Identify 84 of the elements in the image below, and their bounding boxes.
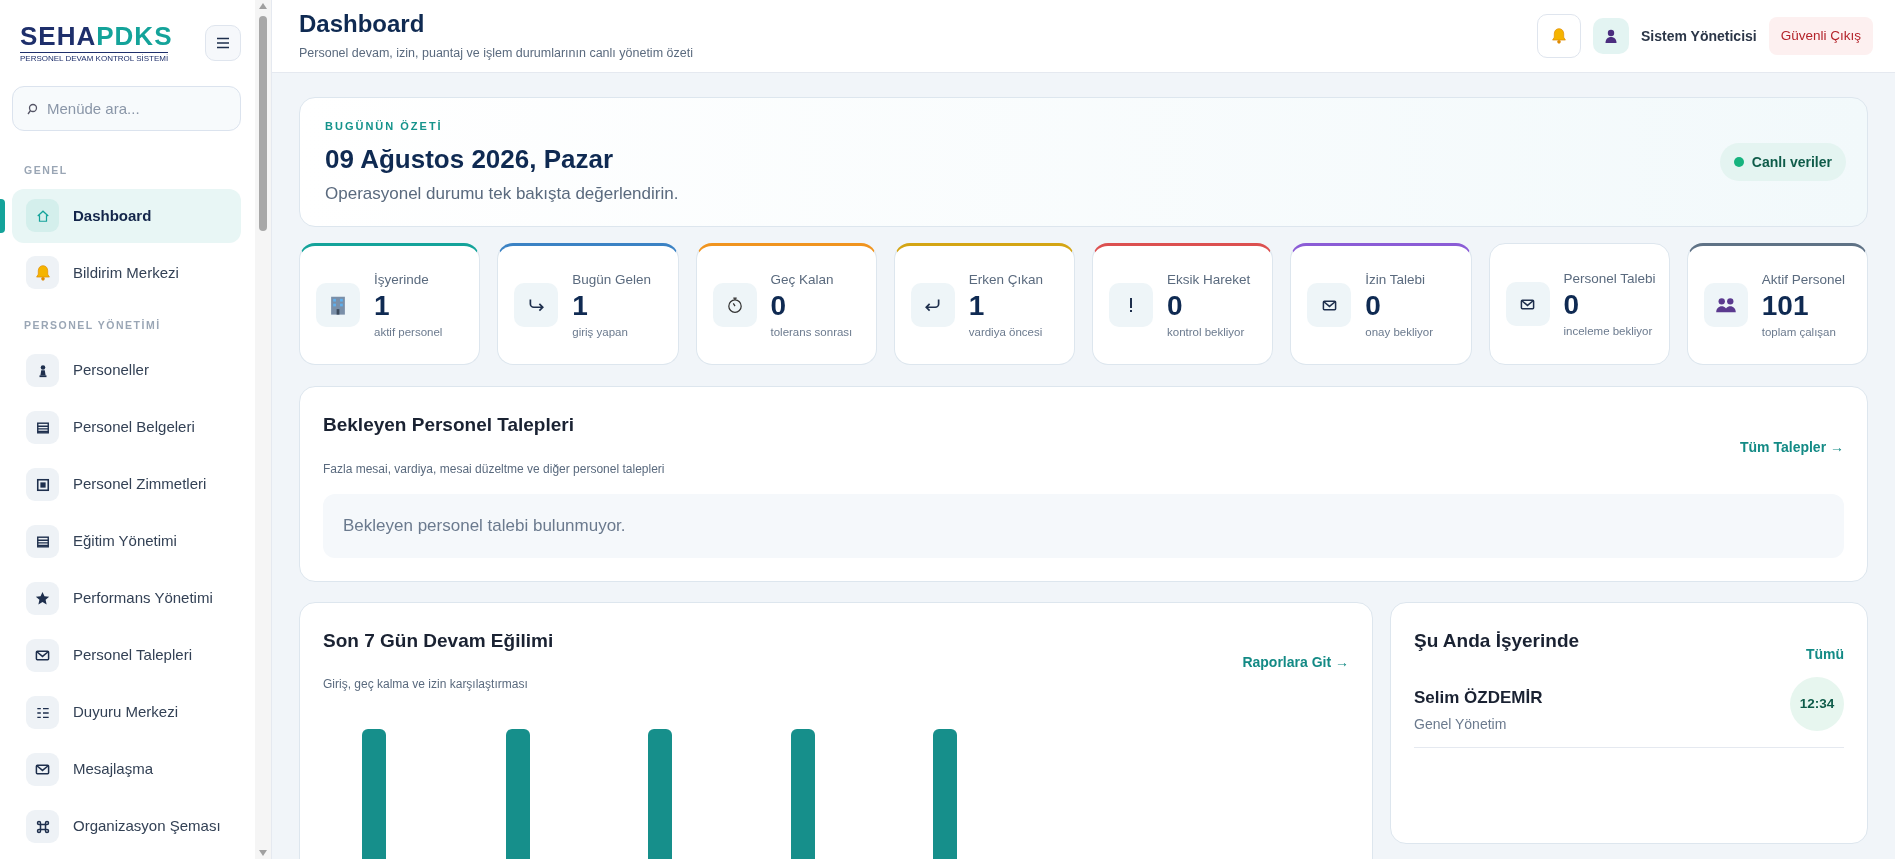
avatar-icon [1593,18,1630,54]
summary-eyebrow: BUGÜNÜN ÖZETİ [325,118,444,134]
stopwatch-icon [725,296,744,314]
search-field[interactable]: Menüde ara... [12,86,241,131]
mail-icon [35,762,50,777]
person-name: Selim ÖZDEMİR [1414,687,1543,709]
list-icon [35,705,50,720]
return-arrow-icon [923,296,942,314]
stat-value: 0 [1167,290,1184,323]
sidebar-item[interactable]: Personel Zimmetleri [12,457,241,512]
section-title: Son 7 Gün Devam Eğilimi [323,628,554,653]
scrollbar[interactable] [255,0,271,859]
stat-value: 101 [1761,290,1810,323]
all-link[interactable]: Tümü [1805,644,1844,665]
sidebar-item[interactable]: Eğitim Yönetimi [12,514,241,569]
person-department: Genel Yönetim [1414,714,1508,734]
stat-note: inceleme bekliyor [1563,324,1654,340]
sidebar-item[interactable]: Mesajlaşma [12,742,241,797]
empty-state-message: Bekleyen personel talebi bulunmuyor. [323,493,1844,558]
reports-link[interactable]: Raporlara Git → [1242,652,1349,673]
stat-value: 1 [374,290,391,323]
stat-label: Bugün Gelen [572,270,652,289]
stat-label: İşyerinde [374,270,430,289]
list-icon [35,420,50,435]
sidebar-item[interactable]: Personel Belgeleri [12,400,241,455]
stat-note: onay bekliyor [1365,325,1433,341]
logo-tagline: PERSONEL DEVAM KONTROL SİSTEMİ [20,52,169,64]
stat-note: vardiya öncesi [968,325,1044,341]
page-subtitle: Personel devam, izin, puantaj ve işlem durumlarının canlı yönetim özeti [299,45,693,63]
stat-note: kontrol bekliyor [1167,325,1246,341]
stat-value: 0 [1563,289,1581,322]
section-title: Şu Anda İşyerinde [1414,628,1580,653]
sidebar-item[interactable]: Organizasyon Şeması [12,799,241,854]
exclamation-icon [1128,297,1134,313]
section-subtitle: Giriş, geç kalma ve izin karşılaştırması [323,676,529,693]
time-badge: 12:34 [1790,677,1844,731]
scroll-up-icon[interactable] [258,2,268,10]
notifications-button[interactable] [1537,14,1582,58]
logout-button[interactable]: Güvenli Çıkış [1768,17,1873,55]
scroll-down-icon[interactable] [258,849,268,857]
star-icon [35,591,50,606]
scrollbar-thumb[interactable] [259,16,267,231]
stat-value: 1 [968,290,986,323]
arrow-icon [527,296,546,314]
active-indicator [0,198,5,233]
menu-icon [216,37,230,49]
bell-icon [33,263,52,282]
section-subtitle: Fazla mesai, vardiya, mesai düzeltme ve diğer personel talepleri [323,460,665,478]
summary-date: 09 Ağustos 2026, Pazar [325,143,615,176]
summary-text: Operasyonel durumu tek bakışta değerlendirin. [325,183,679,205]
all-requests-link[interactable]: Tüm Talepler → [1740,436,1844,458]
stat-value: 0 [1365,290,1382,323]
sidebar-item[interactable]: Personel Talepleri [12,628,241,683]
menu-button[interactable] [205,25,241,61]
sidebar-item[interactable]: Personeller [12,343,241,398]
section-heading: PERSONEL YÖNETİMİ [23,317,162,333]
mail-icon [35,648,50,663]
stat-note: aktif personel [374,325,443,341]
user-name: Sistem Yöneticisi [1641,26,1757,46]
stat-note: tolerans sonrası [770,325,853,341]
sidebar-item[interactable]: Duyuru Merkezi [12,685,241,740]
command-icon [34,818,51,835]
stat-note: giriş yapan [572,325,629,341]
live-data-badge: Canlı veriler [1719,143,1846,181]
section-heading: GENEL [23,163,69,178]
logo-text: SEHAPDKS [20,22,173,50]
stat-note: toplam çalışan [1761,325,1837,341]
page-title: Dashboard [299,9,426,40]
people-icon [1714,295,1737,315]
stat-label: İzin Talebi [1365,270,1427,289]
stat-label: Erken Çıkan [968,270,1044,289]
sidebar-item[interactable]: Bildirim Merkezi [12,245,241,300]
square-icon [35,477,50,492]
stat-label: Geç Kalan [770,270,835,289]
stat-value: 1 [572,290,589,323]
bell-icon [1550,27,1569,45]
stat-label: Eksik Hareket [1167,270,1251,289]
stat-value: 0 [770,290,788,323]
stat-label: Personel Talebi [1563,269,1656,288]
home-icon [35,208,50,223]
list-icon [35,534,50,549]
sidebar-item[interactable]: Performans Yönetimi [12,571,241,626]
section-title: Bekleyen Personel Talepleri [323,413,575,437]
stat-label: Aktif Personel [1761,270,1846,289]
